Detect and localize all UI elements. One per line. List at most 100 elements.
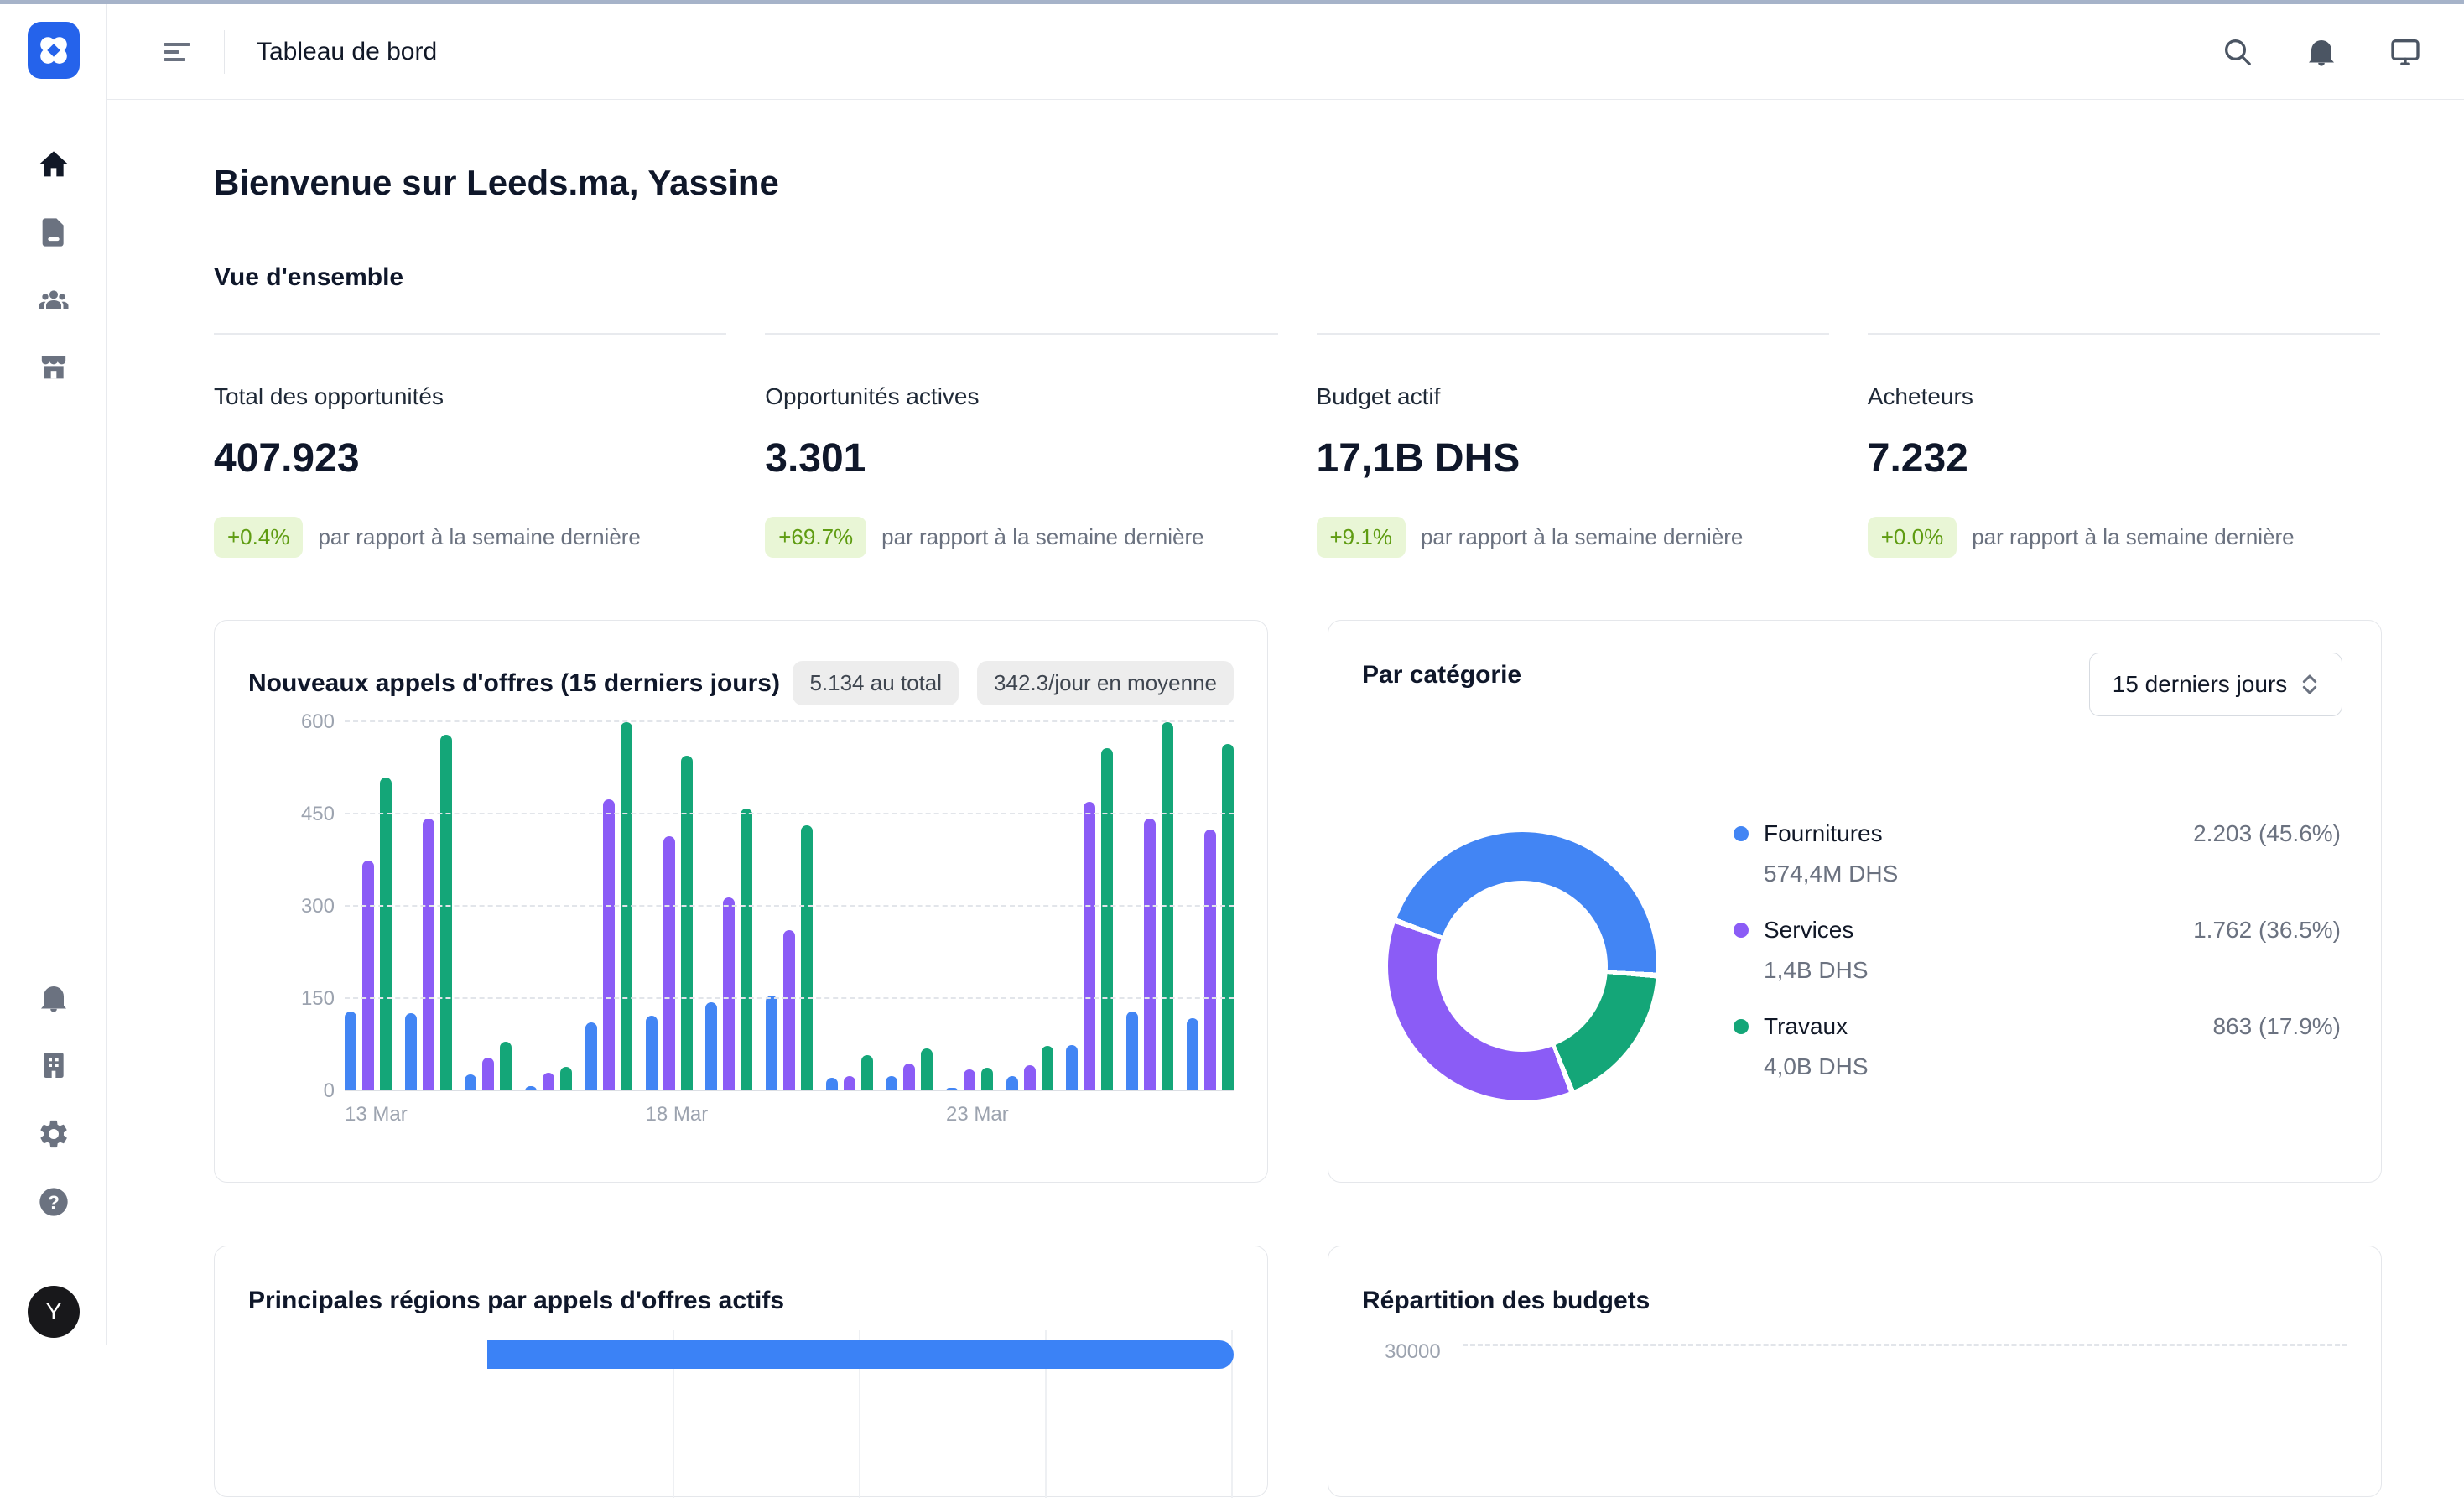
sidebar-item-help[interactable]: ? xyxy=(37,1185,70,1219)
stat-card: Total des opportunités407.923+0.4% par r… xyxy=(214,333,726,558)
legend-amount: 1,4B DHS xyxy=(1764,957,2341,984)
bar-blue xyxy=(1187,1018,1198,1091)
legend-dot xyxy=(1734,1019,1749,1034)
menu-toggle-icon[interactable] xyxy=(164,39,192,65)
bar-purple xyxy=(423,819,434,1091)
stat-note: par rapport à la semaine dernière xyxy=(881,524,1203,550)
bar-green xyxy=(380,778,392,1091)
sidebar-item-home[interactable] xyxy=(37,148,70,182)
bar-green xyxy=(560,1067,572,1091)
legend-amount: 4,0B DHS xyxy=(1764,1053,2341,1080)
bar-purple xyxy=(603,799,615,1091)
bar-group: 13 Mar xyxy=(345,722,392,1091)
y-axis-tick: 450 xyxy=(301,803,335,826)
bar-green xyxy=(1162,722,1173,1091)
tenders-card-title: Nouveaux appels d'offres (15 derniers jo… xyxy=(248,669,780,698)
monitor-icon[interactable] xyxy=(2389,35,2422,69)
stat-delta-badge: +0.4% xyxy=(214,517,303,558)
y-axis-tick: 300 xyxy=(301,895,335,918)
region-bar xyxy=(487,1340,1234,1369)
bar-purple xyxy=(964,1069,975,1091)
bar-purple xyxy=(903,1064,915,1091)
y-axis-tick: 0 xyxy=(324,1079,335,1103)
legend-value: 863 (17.9%) xyxy=(2212,1013,2341,1040)
bar-blue xyxy=(705,1002,717,1091)
main-content: Bienvenue sur Leeds.ma, Yassine Vue d'en… xyxy=(107,100,2464,1345)
bar-blue xyxy=(1066,1045,1078,1091)
topbar: Tableau de bord xyxy=(107,4,2464,100)
search-icon[interactable] xyxy=(2221,35,2254,69)
donut-hole xyxy=(1437,881,1608,1052)
legend-row: Travaux 863 (17.9%) 4,0B DHS xyxy=(1734,1013,2341,1080)
stat-label: Opportunités actives xyxy=(765,383,1277,410)
bar-green xyxy=(621,722,632,1091)
gridline xyxy=(345,997,1234,999)
bell-icon[interactable] xyxy=(2305,35,2338,69)
stat-label: Budget actif xyxy=(1317,383,1829,410)
bar-purple xyxy=(1024,1065,1036,1091)
bar-green xyxy=(440,735,452,1091)
tenders-pills: 5.134 au total342.3/jour en moyenne xyxy=(793,661,1234,705)
bar-group xyxy=(1187,722,1234,1091)
bar-blue xyxy=(345,1012,356,1091)
legend-label: Services xyxy=(1764,917,1853,944)
stat-note: par rapport à la semaine dernière xyxy=(318,524,640,550)
sidebar-item-users[interactable] xyxy=(37,283,70,317)
sidebar-item-marketplace[interactable] xyxy=(37,351,70,384)
bar-blue xyxy=(585,1022,597,1091)
sidebar-item-notifications[interactable] xyxy=(37,981,70,1015)
stat-delta-badge: +69.7% xyxy=(765,517,866,558)
svg-text:?: ? xyxy=(48,1192,60,1213)
bar-group: 18 Mar xyxy=(646,722,693,1091)
y-axis-tick: 600 xyxy=(301,710,335,734)
bar-group xyxy=(1126,722,1173,1091)
summary-pill: 342.3/jour en moyenne xyxy=(977,661,1234,705)
bar-chart-groups: 13 Mar 18 Mar 23 Mar xyxy=(345,722,1234,1091)
new-tenders-card: Nouveaux appels d'offres (15 derniers jo… xyxy=(214,620,1268,1183)
budgets-card-title: Répartition des budgets xyxy=(1362,1287,1650,1315)
sidebar-item-settings[interactable] xyxy=(37,1117,70,1151)
stat-label: Total des opportunités xyxy=(214,383,726,410)
stat-value: 3.301 xyxy=(765,435,1277,481)
budget-distribution-card: Répartition des budgets 30000 xyxy=(1328,1246,2382,1497)
bar-blue xyxy=(1126,1012,1138,1091)
stat-value: 7.232 xyxy=(1868,435,2380,481)
bar-purple xyxy=(723,897,735,1091)
legend-dot xyxy=(1734,923,1749,938)
bar-group xyxy=(705,722,752,1091)
bar-group: 23 Mar xyxy=(946,722,993,1091)
bar-purple xyxy=(1204,830,1216,1091)
y-axis-tick: 150 xyxy=(301,987,335,1011)
bar-group xyxy=(826,722,873,1091)
topbar-divider xyxy=(224,30,225,74)
stat-note: par rapport à la semaine dernière xyxy=(1972,524,2294,550)
legend-row: Fournitures 2.203 (45.6%) 574,4M DHS xyxy=(1734,820,2341,887)
top-regions-card: Principales régions par appels d'offres … xyxy=(214,1246,1268,1497)
legend-label: Travaux xyxy=(1764,1013,1848,1040)
app-logo[interactable] xyxy=(28,22,80,79)
bar-purple xyxy=(1144,819,1156,1091)
stat-card: Budget actif17,1B DHS+9.1% par rapport à… xyxy=(1317,333,1829,558)
gridline xyxy=(345,720,1234,722)
bar-group xyxy=(1066,722,1113,1091)
bar-purple xyxy=(663,836,675,1091)
bar-green xyxy=(741,809,752,1091)
range-select[interactable]: 15 derniers jours xyxy=(2089,653,2342,716)
bar-green xyxy=(500,1042,512,1091)
bar-group xyxy=(766,722,813,1091)
page-title: Tableau de bord xyxy=(257,38,437,66)
stat-card: Acheteurs7.232+0.0% par rapport à la sem… xyxy=(1868,333,2380,558)
legend-row: Services 1.762 (36.5%) 1,4B DHS xyxy=(1734,917,2341,984)
sidebar-item-organization[interactable] xyxy=(37,1048,70,1082)
category-card-title: Par catégorie xyxy=(1362,661,1521,689)
user-avatar[interactable]: Y xyxy=(28,1286,80,1338)
gridline xyxy=(345,813,1234,814)
stat-delta-badge: +9.1% xyxy=(1317,517,1406,558)
bar-blue xyxy=(646,1016,658,1091)
bar-group xyxy=(886,722,933,1091)
legend-label: Fournitures xyxy=(1764,820,1883,847)
legend-amount: 574,4M DHS xyxy=(1764,861,2341,887)
x-axis-tick: 23 Mar xyxy=(946,1103,1009,1126)
sidebar-item-documents[interactable] xyxy=(37,216,70,249)
overview-heading: Vue d'ensemble xyxy=(214,263,403,292)
